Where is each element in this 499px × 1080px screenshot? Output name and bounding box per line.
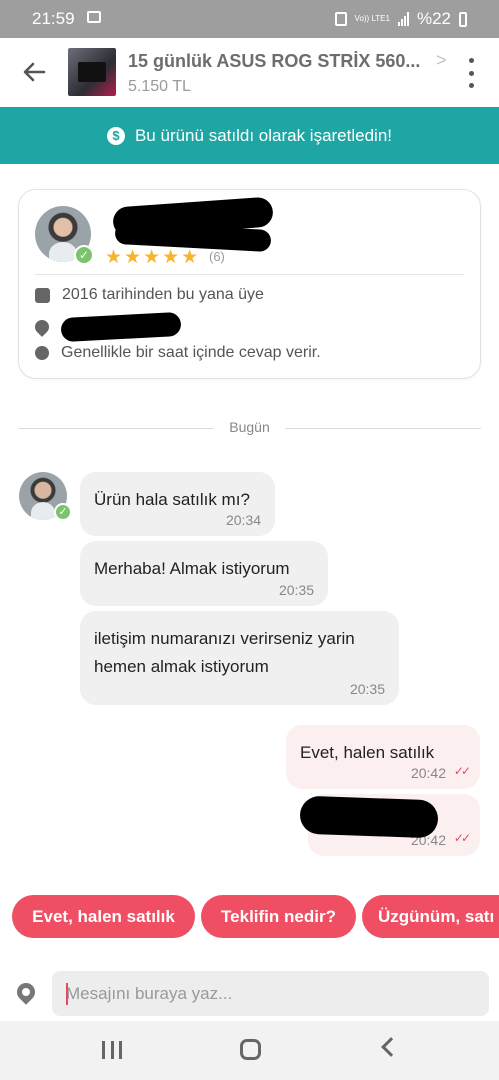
message-time: 20:35 xyxy=(278,582,314,598)
quick-reply-yes[interactable]: Evet, halen satılık xyxy=(12,895,195,938)
message-time: 20:35 xyxy=(349,681,385,697)
message-input[interactable] xyxy=(52,971,489,1016)
sold-banner: $ Bu ürünü satıldı olarak işaretledin! xyxy=(0,107,499,164)
message-text: Evet, halen satılık xyxy=(300,743,435,762)
redacted-location xyxy=(60,311,182,343)
location-row xyxy=(32,311,182,343)
status-right: Vo)) LTE1 %22 xyxy=(334,9,467,29)
status-bar: 21:59 Vo)) LTE1 %22 xyxy=(0,0,499,38)
separator-line-right xyxy=(285,428,481,429)
text-caret xyxy=(66,983,68,1005)
date-separator-label: Bugün xyxy=(229,419,270,435)
date-separator: Bugün xyxy=(18,419,481,439)
sim-icon xyxy=(334,12,347,26)
image-notification-icon xyxy=(87,11,101,23)
message-time: 20:42 xyxy=(410,765,446,781)
chat-header: 15 günlük ASUS ROG STRİX 560... 5.150 TL… xyxy=(0,38,499,107)
message-bubble-outgoing[interactable]: Evet, halen satılık 20:42 ✓✓ xyxy=(286,725,480,789)
verified-check-icon: ✓ xyxy=(54,503,72,521)
back-nav-icon[interactable] xyxy=(381,1037,401,1057)
product-thumbnail[interactable] xyxy=(68,48,116,96)
member-card-icon xyxy=(35,287,50,303)
chevron-right-icon[interactable]: > xyxy=(436,50,447,71)
location-pin-icon[interactable] xyxy=(13,979,39,1005)
message-text: Merhaba! Almak istiyorum xyxy=(94,559,290,578)
seller-profile-card[interactable]: ✓ ★★★★★ (6) 2016 tarihinden bu yana üye … xyxy=(18,189,481,379)
signal-icon xyxy=(397,12,409,26)
dollar-icon: $ xyxy=(106,126,125,145)
message-text: Ürün hala satılık mı? xyxy=(94,490,250,509)
rating-count: (6) xyxy=(209,249,225,264)
battery-icon xyxy=(459,11,467,27)
sold-banner-text: Bu ürünü satıldı olarak işaretledin! xyxy=(134,125,393,145)
member-since-row: 2016 tarihinden bu yana üye xyxy=(35,286,264,304)
system-nav-bar xyxy=(0,1021,499,1080)
quick-reply-offer[interactable]: Teklifin nedir? xyxy=(201,895,356,938)
member-since-text: 2016 tarihinden bu yana üye xyxy=(62,286,264,303)
network-label: Vo)) LTE1 xyxy=(354,14,390,23)
redacted-message xyxy=(299,795,439,839)
status-time: 21:59 xyxy=(32,9,75,28)
double-check-icon: ✓✓ xyxy=(453,831,471,845)
quick-reply-sorry[interactable]: Üzgünüm, satı xyxy=(362,895,499,938)
message-bubble-incoming[interactable]: Ürün hala satılık mı? 20:34 xyxy=(80,472,275,536)
card-divider xyxy=(35,274,464,275)
verified-check-icon: ✓ xyxy=(74,245,94,265)
product-title[interactable]: 15 günlük ASUS ROG STRİX 560... xyxy=(128,51,428,72)
double-check-icon: ✓✓ xyxy=(453,764,471,778)
battery-percent: %22 xyxy=(416,9,451,28)
response-time-row: Genellikle bir saat içinde cevap verir. xyxy=(35,344,321,362)
recent-apps-icon[interactable] xyxy=(102,1041,122,1059)
message-bubble-incoming[interactable]: Merhaba! Almak istiyorum 20:35 xyxy=(80,541,328,606)
product-price: 5.150 TL xyxy=(128,78,191,95)
home-icon[interactable] xyxy=(240,1039,261,1060)
message-time: 20:34 xyxy=(225,512,261,528)
location-pin-icon xyxy=(32,317,52,337)
more-options-icon[interactable] xyxy=(464,58,478,88)
clock-icon xyxy=(35,346,49,360)
message-bubble-incoming[interactable]: iletişim numaranızı verirseniz yarin hem… xyxy=(80,611,399,705)
response-time-text: Genellikle bir saat içinde cevap verir. xyxy=(61,344,321,361)
rating-stars: ★★★★★ xyxy=(105,247,201,268)
message-text: iletişim numaranızı verirseniz yarin hem… xyxy=(94,629,355,676)
back-arrow-icon[interactable] xyxy=(18,56,50,88)
